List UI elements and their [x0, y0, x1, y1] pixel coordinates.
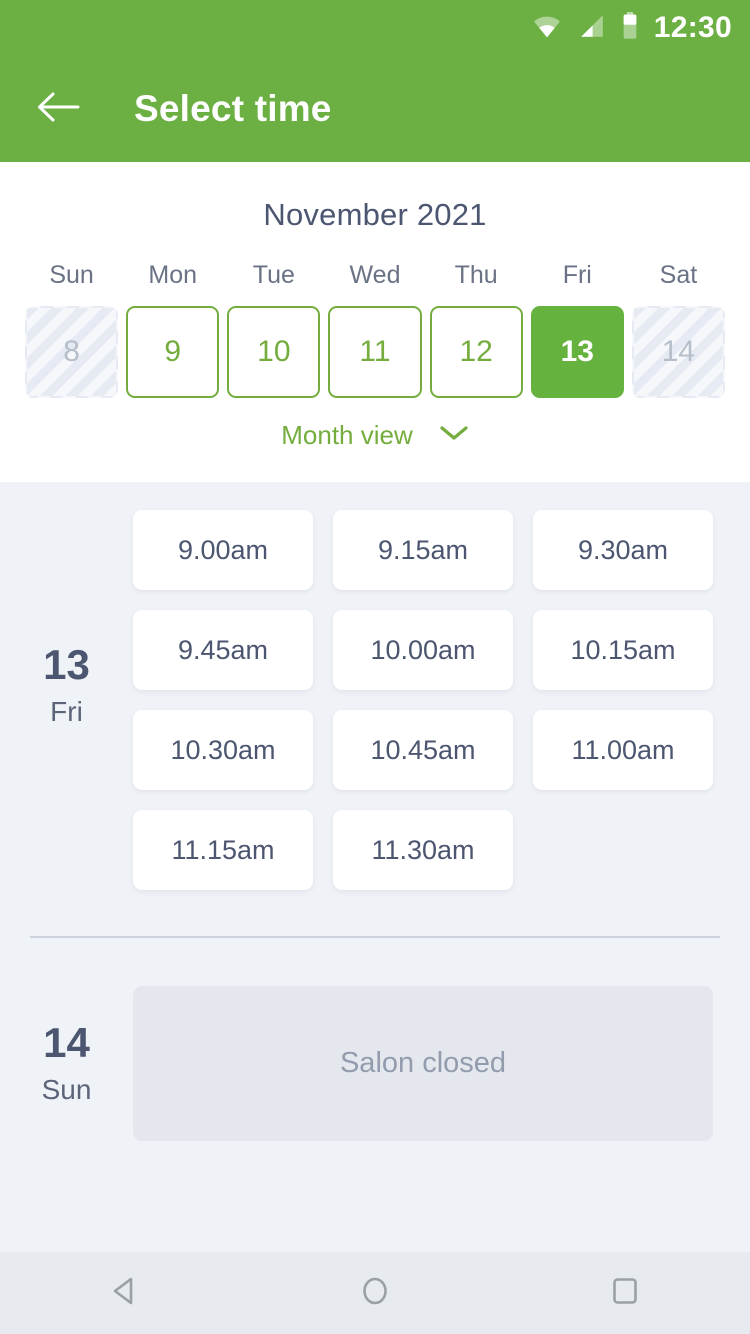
page-title: Select time: [134, 88, 332, 129]
day-label-13: 13 Fri: [0, 482, 133, 890]
time-slot[interactable]: 10.00am: [333, 610, 513, 690]
time-slot[interactable]: 9.45am: [133, 610, 313, 690]
day-label-14: 14 Sun: [0, 986, 133, 1141]
calendar-day-row: 8 9 10 11 12 13 14: [0, 306, 750, 398]
nav-home-button[interactable]: [330, 1252, 420, 1334]
day-weekday: Sun: [41, 1073, 92, 1105]
status-bar-icons: [532, 11, 638, 45]
android-nav-bar: [0, 1252, 750, 1334]
calendar-day-13-selected[interactable]: 13: [530, 306, 624, 398]
schedule-content[interactable]: 13 Fri 9.00am 9.15am 9.30am 9.45am 10.00…: [0, 482, 750, 1252]
back-button[interactable]: [20, 71, 96, 147]
status-bar: 12:30: [0, 0, 750, 56]
arrow-left-icon: [36, 91, 80, 128]
time-slot[interactable]: 11.15am: [133, 810, 313, 890]
battery-icon: [622, 11, 638, 45]
chevron-down-icon: [439, 424, 469, 447]
calendar-month-title: November 2021: [263, 197, 487, 232]
calendar-day-12[interactable]: 12: [429, 306, 523, 398]
calendar-panel: November 2021 Sun Mon Tue Wed Thu Fri Sa…: [0, 162, 750, 482]
calendar-weekday-header: Sun Mon Tue Wed Thu Fri Sat: [0, 261, 750, 290]
app-bar: Select time: [0, 56, 750, 162]
square-recents-icon: [605, 1271, 645, 1316]
calendar-day-10[interactable]: 10: [227, 306, 321, 398]
status-bar-clock: 12:30: [653, 11, 732, 44]
day-number: 14: [43, 1018, 90, 1066]
time-slot[interactable]: 11.00am: [533, 710, 713, 790]
calendar-day-11[interactable]: 11: [328, 306, 422, 398]
time-slot[interactable]: 11.30am: [333, 810, 513, 890]
day-group-13: 13 Fri 9.00am 9.15am 9.30am 9.45am 10.00…: [0, 482, 750, 890]
calendar-day-9[interactable]: 9: [126, 306, 220, 398]
screen-root: 12:30 Select time November 2021 Sun Mon …: [0, 0, 750, 1334]
nav-recents-button[interactable]: [580, 1252, 670, 1334]
wifi-icon: [532, 14, 562, 43]
weekday-label: Sun: [49, 261, 94, 289]
month-view-label: Month view: [281, 420, 413, 450]
weekday-label: Sat: [659, 261, 698, 289]
day-group-14: 14 Sun Salon closed: [0, 938, 750, 1141]
time-slot[interactable]: 10.15am: [533, 610, 713, 690]
weekday-label: Tue: [252, 261, 295, 289]
time-slot[interactable]: 10.30am: [133, 710, 313, 790]
calendar-day-14: 14: [632, 306, 725, 398]
time-slot[interactable]: 9.15am: [333, 510, 513, 590]
time-slot[interactable]: 10.45am: [333, 710, 513, 790]
time-slot[interactable]: 9.30am: [533, 510, 713, 590]
triangle-back-icon: [105, 1271, 145, 1316]
time-slot-grid: 9.00am 9.15am 9.30am 9.45am 10.00am 10.1…: [133, 482, 733, 890]
weekday-label: Thu: [454, 261, 498, 289]
month-view-toggle[interactable]: Month view: [0, 420, 750, 451]
weekday-label: Wed: [349, 261, 401, 289]
circle-home-icon: [355, 1271, 395, 1316]
day-weekday: Fri: [50, 696, 83, 727]
weekday-label: Mon: [148, 261, 198, 289]
salon-closed-banner: Salon closed: [133, 986, 713, 1141]
cell-signal-icon: [578, 14, 606, 43]
nav-back-button[interactable]: [80, 1252, 170, 1334]
calendar-day-8: 8: [25, 306, 118, 398]
day-number: 13: [43, 641, 90, 688]
time-slot[interactable]: 9.00am: [133, 510, 313, 590]
weekday-label: Fri: [562, 261, 592, 289]
